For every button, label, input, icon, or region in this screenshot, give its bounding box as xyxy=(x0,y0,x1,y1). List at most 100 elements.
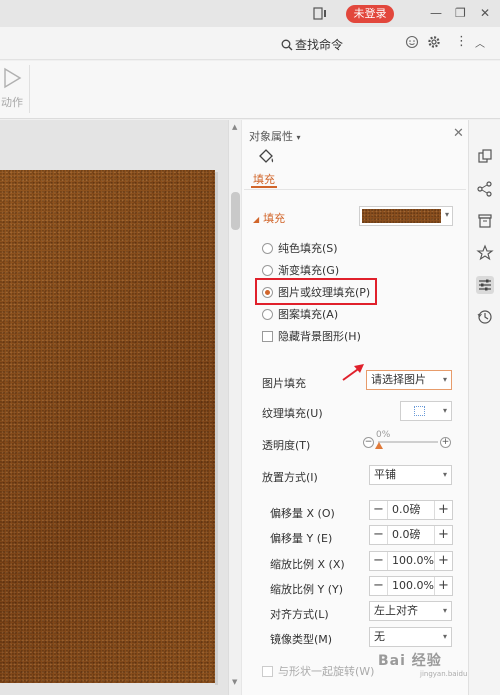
search-command[interactable]: 查找命令 xyxy=(281,36,343,53)
increment-button[interactable]: + xyxy=(434,552,452,570)
mirror-label: 镜像类型(M) xyxy=(270,633,333,646)
properties-sliders-icon[interactable] xyxy=(476,276,494,294)
increment-button[interactable]: + xyxy=(434,577,452,595)
divider xyxy=(244,189,466,190)
slide-workspace xyxy=(0,120,228,695)
close-window-icon[interactable]: ✕ xyxy=(480,6,490,20)
radio-gradient-fill[interactable]: 渐变填充(G) xyxy=(262,262,339,278)
decrement-button[interactable]: − xyxy=(370,526,388,544)
collapse-ribbon-icon[interactable]: ︿ xyxy=(475,35,485,50)
copy-style-icon[interactable] xyxy=(476,148,494,166)
more-menu-icon[interactable]: ⋮ xyxy=(455,34,468,49)
radio-icon xyxy=(262,265,273,276)
panel-scrollbar[interactable]: ▲ ▼ xyxy=(229,120,242,695)
picture-fill-label: 图片填充 xyxy=(262,377,306,390)
mirror-value: 无 xyxy=(374,630,385,643)
offset-x-label: 偏移量 X (O) xyxy=(270,507,335,520)
fill-section-label: 填充 xyxy=(263,212,286,225)
radio-solid-fill[interactable]: 纯色填充(S) xyxy=(262,240,338,256)
radio-icon xyxy=(262,309,273,320)
settings-gear-icon[interactable] xyxy=(427,35,441,52)
active-tab-indicator xyxy=(251,186,277,188)
scale-y-value[interactable]: 100.0% xyxy=(392,577,434,595)
close-icon[interactable]: ✕ xyxy=(453,126,464,141)
texture-fill-label: 纹理填充(U) xyxy=(262,407,323,420)
placement-dropdown[interactable]: 平铺 ▾ xyxy=(369,465,452,485)
transparency-decrease-button[interactable]: − xyxy=(363,437,374,448)
offset-y-stepper[interactable]: − 0.0磅 + xyxy=(369,525,453,545)
decrement-button[interactable]: − xyxy=(370,552,388,570)
baidu-watermark: Bai 经验 xyxy=(378,653,442,669)
mirror-dropdown[interactable]: 无 ▾ xyxy=(369,627,452,647)
offset-y-label: 偏移量 Y (E) xyxy=(270,532,333,545)
scrollbar-thumb[interactable] xyxy=(231,192,240,230)
texture-pattern-icon xyxy=(414,406,425,416)
right-tool-rail xyxy=(468,120,500,695)
share-icon[interactable] xyxy=(476,180,494,198)
panel-title[interactable]: 对象属性 ▾ xyxy=(249,128,301,144)
decrement-button[interactable]: − xyxy=(370,577,388,595)
transparency-slider-track[interactable] xyxy=(378,441,438,443)
panel-title-label: 对象属性 xyxy=(249,130,293,143)
radio-label: 渐变填充(G) xyxy=(278,264,340,277)
transparency-slider-thumb[interactable] xyxy=(375,442,383,449)
scale-x-label: 缩放比例 X (X) xyxy=(270,558,345,571)
placement-value: 平铺 xyxy=(374,468,396,481)
chevron-down-icon: ▾ xyxy=(442,470,447,479)
title-bar: 未登录 — ❐ ✕ xyxy=(0,0,500,27)
play-action-icon[interactable] xyxy=(2,67,22,92)
chevron-down-icon: ▾ xyxy=(442,632,447,641)
tab-fill[interactable]: 填充 xyxy=(253,171,275,187)
transparency-increase-button[interactable]: + xyxy=(440,437,451,448)
decrement-button[interactable]: − xyxy=(370,501,388,519)
scale-x-value[interactable]: 100.0% xyxy=(392,552,434,570)
fill-preview-dropdown[interactable]: ▾ xyxy=(359,206,453,226)
chevron-down-icon: ▾ xyxy=(442,406,447,415)
ribbon-separator xyxy=(29,65,30,113)
chevron-down-icon: ▾ xyxy=(442,606,447,615)
texture-fill-dropdown[interactable]: ▾ xyxy=(400,401,452,421)
radio-label: 纯色填充(S) xyxy=(278,242,338,255)
radio-label: 图案填充(A) xyxy=(278,308,339,321)
minimize-icon[interactable]: — xyxy=(430,6,442,20)
paint-bucket-icon[interactable] xyxy=(257,148,275,169)
scroll-up-icon[interactable]: ▲ xyxy=(232,123,237,131)
fill-section-header[interactable]: ◢ 填充 xyxy=(253,210,285,226)
radio-pattern-fill[interactable]: 图案填充(A) xyxy=(262,306,338,322)
select-picture-dropdown[interactable]: 请选择图片 ▾ xyxy=(366,370,452,390)
scale-x-stepper[interactable]: − 100.0% + xyxy=(369,551,453,571)
offset-x-value[interactable]: 0.0磅 xyxy=(392,501,421,519)
section-caret-icon: ◢ xyxy=(253,215,260,224)
annotation-highlight-box xyxy=(255,278,377,305)
checkbox-label: 与形状一起旋转(W) xyxy=(278,665,375,678)
login-button[interactable]: 未登录 xyxy=(346,5,394,23)
scroll-down-icon[interactable]: ▼ xyxy=(232,678,237,686)
archive-icon[interactable] xyxy=(476,212,494,230)
history-icon[interactable] xyxy=(476,308,494,326)
checkbox-label: 隐藏背景图形(H) xyxy=(278,330,361,343)
restore-icon[interactable]: ❐ xyxy=(455,6,466,20)
offset-y-value[interactable]: 0.0磅 xyxy=(392,526,421,544)
increment-button[interactable]: + xyxy=(434,526,452,544)
align-dropdown[interactable]: 左上对齐 ▾ xyxy=(369,601,452,621)
slide-canvas-leather-texture[interactable] xyxy=(0,170,215,683)
leather-texture-swatch xyxy=(362,209,441,223)
checkbox-icon xyxy=(262,666,273,677)
panel-title-caret: ▾ xyxy=(296,133,301,142)
offset-x-stepper[interactable]: − 0.0磅 + xyxy=(369,500,453,520)
annotation-arrow-icon xyxy=(340,362,366,385)
scale-y-stepper[interactable]: − 100.0% + xyxy=(369,576,453,596)
radio-icon xyxy=(262,243,273,254)
chevron-down-icon: ▾ xyxy=(442,375,447,384)
command-toolbar: 查找命令 ⋮ ︿ xyxy=(0,27,500,60)
animation-star-icon[interactable] xyxy=(476,244,494,262)
checkbox-hide-background[interactable]: 隐藏背景图形(H) xyxy=(262,328,361,344)
checkbox-rotate-with-shape[interactable]: 与形状一起旋转(W) xyxy=(262,663,374,679)
slide-edge xyxy=(215,172,218,685)
feedback-icon[interactable] xyxy=(405,35,419,52)
action-button-label[interactable]: 动作 xyxy=(1,94,23,110)
transparency-value: 0% xyxy=(376,430,391,440)
increment-button[interactable]: + xyxy=(434,501,452,519)
chevron-down-icon: ▾ xyxy=(444,210,449,219)
tablet-mode-icon[interactable] xyxy=(313,7,327,23)
